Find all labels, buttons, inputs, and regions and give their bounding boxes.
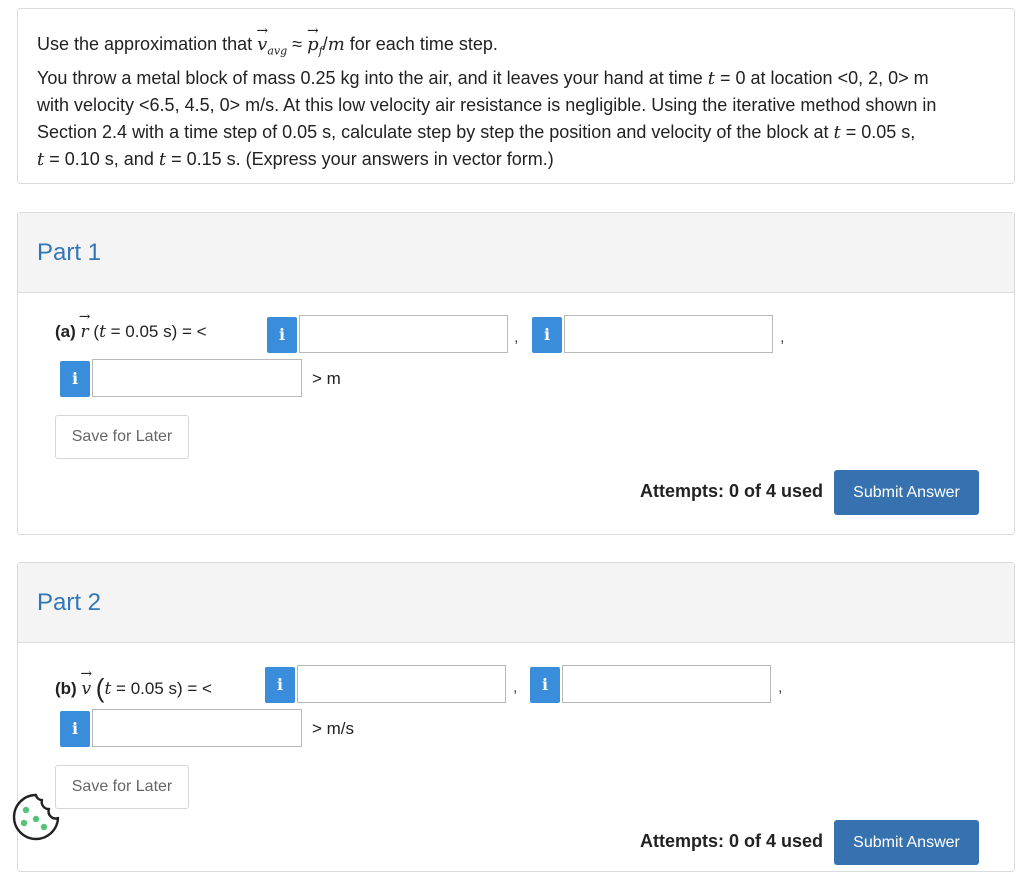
p-f-subscript: f bbox=[318, 44, 323, 58]
velocity-z-input[interactable] bbox=[92, 709, 302, 747]
approx-symbol: ≈ bbox=[292, 34, 303, 54]
question-card: Use the approximation that vavg ≈ pf/m f… bbox=[17, 8, 1015, 184]
question-text-line4: Section 2.4 with a time step of 0.05 s, … bbox=[37, 121, 829, 142]
position-equation-label: (a) r (t = 0.05 s) = < bbox=[55, 322, 207, 342]
info-icon[interactable]: i bbox=[530, 667, 560, 703]
part-1-title: Part 1 bbox=[37, 239, 102, 266]
question-text-line5-eq1: = 0.10 s, and bbox=[49, 148, 154, 169]
part-1-card: Part 1 (a) r (t = 0.05 s) = < i , i , i … bbox=[17, 212, 1015, 535]
part-2-card: Part 2 (b) v (t = 0.05 s) = < i , i , i … bbox=[17, 562, 1015, 872]
velocity-equation-label: (b) v (t = 0.05 s) = < bbox=[55, 673, 212, 704]
comma-separator: , bbox=[514, 329, 519, 346]
comma-separator: , bbox=[780, 329, 785, 346]
position-unit: > m bbox=[312, 369, 341, 388]
part-2-title: Part 2 bbox=[37, 589, 102, 616]
mass-symbol: m bbox=[327, 34, 345, 55]
p-f-symbol: p bbox=[307, 31, 319, 58]
question-text: Use the approximation that vavg ≈ pf/m f… bbox=[37, 31, 997, 173]
r-vector-symbol: r bbox=[81, 322, 89, 342]
cookie-icon[interactable] bbox=[11, 792, 61, 842]
question-text-line2: You throw a metal block of mass 0.25 kg … bbox=[37, 67, 703, 88]
question-text-line1: Use the approximation that bbox=[37, 34, 253, 54]
t-symbol: t bbox=[158, 148, 167, 170]
part-2-header: Part 2 bbox=[18, 563, 1014, 643]
comma-separator: , bbox=[513, 679, 518, 696]
attempts-counter: Attempts: 0 of 4 used bbox=[640, 831, 824, 851]
velocity-x-input[interactable] bbox=[297, 665, 506, 703]
attempts-counter: Attempts: 0 of 4 used bbox=[640, 481, 824, 501]
info-icon[interactable]: i bbox=[265, 667, 295, 703]
submit-answer-button[interactable]: Submit Answer bbox=[834, 470, 979, 515]
t-symbol: t bbox=[833, 121, 841, 143]
save-for-later-button[interactable]: Save for Later bbox=[55, 765, 189, 809]
submit-answer-button[interactable]: Submit Answer bbox=[834, 820, 979, 865]
info-icon[interactable]: i bbox=[60, 711, 90, 747]
info-icon[interactable]: i bbox=[532, 317, 562, 353]
question-text-line5-eq2: = 0.15 s. (Express your answers in vecto… bbox=[171, 148, 554, 169]
v-avg-symbol: v bbox=[257, 31, 267, 58]
t-symbol: t bbox=[37, 148, 45, 170]
part-1-header: Part 1 bbox=[18, 213, 1014, 293]
v-avg-subscript: avg bbox=[267, 44, 288, 58]
question-text-line4-eq: = 0.05 s, bbox=[845, 121, 916, 142]
question-text-line2-eq: = 0 at location <0, 2, 0> m bbox=[719, 67, 929, 88]
info-icon[interactable]: i bbox=[60, 361, 90, 397]
velocity-unit: > m/s bbox=[312, 719, 355, 738]
question-text-line1-suffix: for each time step. bbox=[349, 34, 498, 54]
info-icon[interactable]: i bbox=[267, 317, 297, 353]
question-text-line3: with velocity <6.5, 4.5, 0> m/s. At this… bbox=[37, 94, 937, 115]
comma-separator: , bbox=[778, 679, 783, 696]
v-vector-symbol: v bbox=[81, 679, 91, 699]
t-symbol: t bbox=[707, 67, 715, 89]
position-x-input[interactable] bbox=[299, 315, 508, 353]
save-for-later-button[interactable]: Save for Later bbox=[55, 415, 189, 459]
position-z-input[interactable] bbox=[92, 359, 302, 397]
velocity-y-input[interactable] bbox=[562, 665, 771, 703]
position-y-input[interactable] bbox=[564, 315, 773, 353]
